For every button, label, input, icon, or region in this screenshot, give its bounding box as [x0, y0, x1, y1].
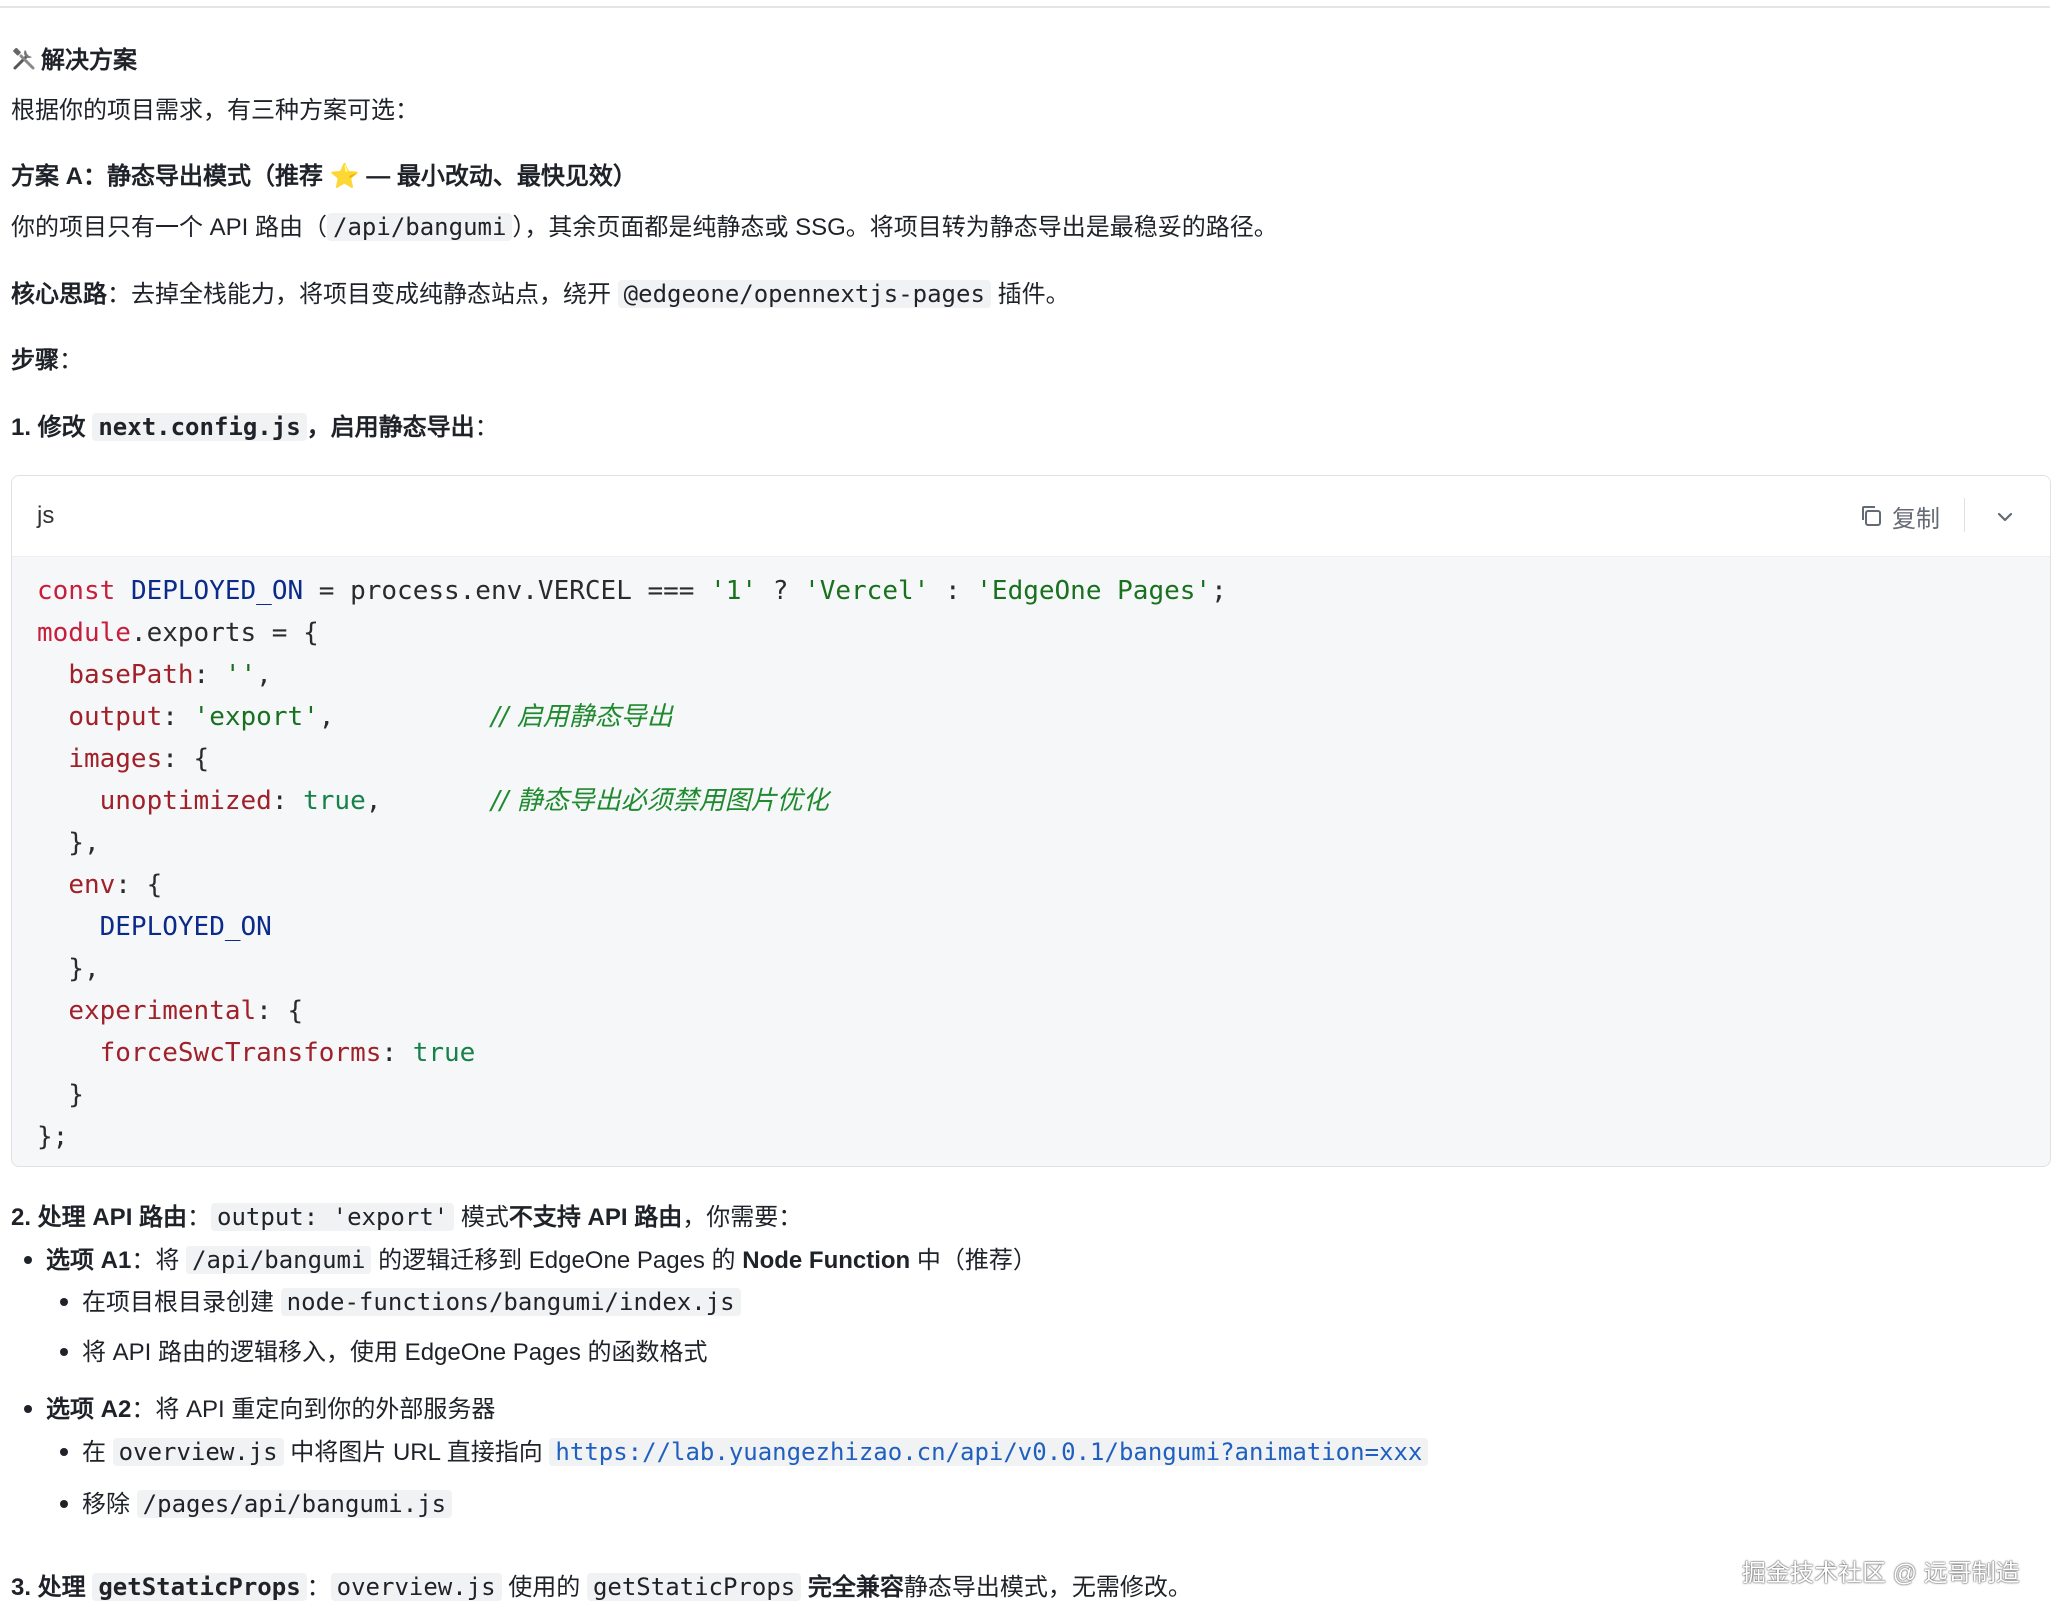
inline-code: node-functions/bangumi/index.js: [280, 1288, 741, 1316]
inline-code: overview.js: [330, 1573, 502, 1601]
bullet: [60, 1347, 68, 1356]
list-item: 在项目根目录创建 node-functions/bangumi/index.js: [60, 1285, 741, 1320]
tools-icon: [11, 46, 37, 72]
copy-label: 复制: [1892, 505, 1940, 533]
list-item: 选项 A1：将 /api/bangumi 的逻辑迁移到 EdgeOne Page…: [24, 1243, 1037, 1278]
step-3-tail: 静态导出模式，无需修改。: [903, 1574, 1192, 1601]
sub-item-text: 将 API 路由的逻辑移入，使用 EdgeOne Pages 的函数格式: [82, 1339, 708, 1366]
copy-icon: [1858, 503, 1884, 529]
steps-label-text: 步骤: [11, 347, 59, 374]
section-heading-text: 解决方案: [41, 47, 137, 74]
inline-code: next.config.js: [92, 413, 307, 441]
option-a2-label: 选项 A2: [46, 1396, 132, 1423]
code-block: js 复制 const DEPLOYED_ON = process.env.VE…: [11, 475, 2051, 1167]
code-block-header: js 复制: [12, 476, 2050, 557]
plan-a-desc-pre: 你的项目只有一个 API 路由（: [11, 214, 328, 241]
step-1: 1. 修改 next.config.js ，启用静态导出：: [11, 410, 499, 445]
code-comment: // 静态导出必须禁用图片优化: [490, 786, 829, 816]
step-2-tail: ，你需要：: [682, 1204, 803, 1231]
code-content: const DEPLOYED_ON = process.env.VERCEL =…: [37, 576, 1227, 1152]
step-2-label: 2. 处理 API 路由: [11, 1204, 188, 1231]
bullet: [60, 1499, 68, 1508]
sub-item-text: 在: [82, 1439, 113, 1466]
option-a1-bold: Node Function: [742, 1247, 911, 1274]
option-a1-tail: 中（推荐）: [910, 1247, 1037, 1274]
plan-a-title-tail: — 最小改动、最快见效）: [359, 163, 637, 190]
inline-code: /api/bangumi: [327, 213, 513, 241]
core-idea-label: 核心思路: [11, 281, 107, 308]
step-1-colon: ：: [474, 414, 499, 441]
star-icon: ⭐: [329, 163, 360, 190]
intro-text: 根据你的项目需求，有三种方案可选：: [11, 97, 419, 124]
steps-colon: ：: [59, 347, 83, 374]
step-1-text: ，启用静态导出: [306, 414, 475, 441]
inline-code: overview.js: [112, 1438, 284, 1466]
inline-code: output: 'export': [211, 1203, 455, 1231]
bullet: [24, 1255, 32, 1264]
step-3-mid: 使用的: [501, 1574, 587, 1601]
step-2-colon: ：: [187, 1204, 212, 1231]
core-idea: 核心思路：去掉全栈能力，将项目变成纯静态站点，绕开 @edgeone/openn…: [11, 277, 1070, 312]
option-a1-label: 选项 A1: [46, 1247, 132, 1274]
plan-a-title: 方案 A：静态导出模式（推荐 ⭐ — 最小改动、最快见效）: [11, 160, 637, 194]
header-divider: [1964, 498, 1965, 532]
step-3-label: 3. 处理: [11, 1574, 93, 1601]
inline-code: getStaticProps: [92, 1573, 307, 1601]
list-item: 移除 /pages/api/bangumi.js: [60, 1487, 453, 1522]
steps-label: 步骤：: [11, 344, 83, 378]
inline-code: /pages/api/bangumi.js: [136, 1490, 453, 1518]
list-item: 将 API 路由的逻辑移入，使用 EdgeOne Pages 的函数格式: [60, 1336, 708, 1370]
bullet: [24, 1404, 32, 1413]
step-2-mid: 模式: [454, 1204, 509, 1231]
chevron-down-icon[interactable]: [1990, 502, 2020, 532]
step-3-bold: 完全兼容: [801, 1574, 904, 1601]
api-url-link[interactable]: https://lab.yuangezhizao.cn/api/v0.0.1/b…: [549, 1438, 1429, 1466]
sub-item-text: 移除: [82, 1491, 137, 1518]
inline-code: getStaticProps: [586, 1573, 802, 1601]
sub-item-text: 中将图片 URL 直接指向: [283, 1439, 550, 1466]
step-2: 2. 处理 API 路由： output: 'export' 模式不支持 API …: [11, 1200, 802, 1235]
copy-button[interactable]: 复制: [1858, 498, 1940, 534]
step-3: 3. 处理 getStaticProps： overview.js 使用的 get…: [11, 1570, 1192, 1605]
bullet: [60, 1447, 68, 1456]
plan-a-desc-post: ），其余页面都是纯静态或 SSG。将项目转为静态导出是最稳妥的路径。: [512, 214, 1278, 241]
plan-a-desc: 你的项目只有一个 API 路由（/api/bangumi ），其余页面都是纯静态或…: [11, 210, 1278, 245]
code-language-label: js: [37, 502, 55, 529]
bullet: [60, 1297, 68, 1306]
option-a2-text: ：将 API 重定向到你的外部服务器: [131, 1396, 496, 1423]
step-2-bold: 不支持 API 路由: [508, 1204, 683, 1231]
step-3-colon: ：: [306, 1574, 331, 1601]
core-idea-tail: 插件。: [990, 281, 1070, 308]
list-item: 在 overview.js 中将图片 URL 直接指向 https://lab.…: [60, 1435, 1429, 1470]
top-divider: [0, 6, 2050, 8]
option-a1-mid: 的逻辑迁移到 EdgeOne Pages 的: [371, 1247, 743, 1274]
core-idea-text: ：去掉全栈能力，将项目变成纯静态站点，绕开: [107, 281, 618, 308]
watermark: 掘金技术社区 @ 远哥制造: [1742, 1560, 2020, 1587]
step-1-label: 1. 修改: [11, 414, 93, 441]
list-item: 选项 A2：将 API 重定向到你的外部服务器: [24, 1393, 495, 1427]
sub-item-text: 在项目根目录创建: [82, 1289, 281, 1316]
inline-code: /api/bangumi: [186, 1246, 372, 1274]
section-heading: 解决方案: [11, 44, 137, 78]
plan-a-title-text: 方案 A：静态导出模式（推荐: [11, 163, 330, 190]
inline-code: @edgeone/opennextjs-pages: [617, 280, 991, 308]
option-a1-pre: ：将: [131, 1247, 187, 1274]
code-comment: // 启用静态导出: [490, 702, 673, 732]
